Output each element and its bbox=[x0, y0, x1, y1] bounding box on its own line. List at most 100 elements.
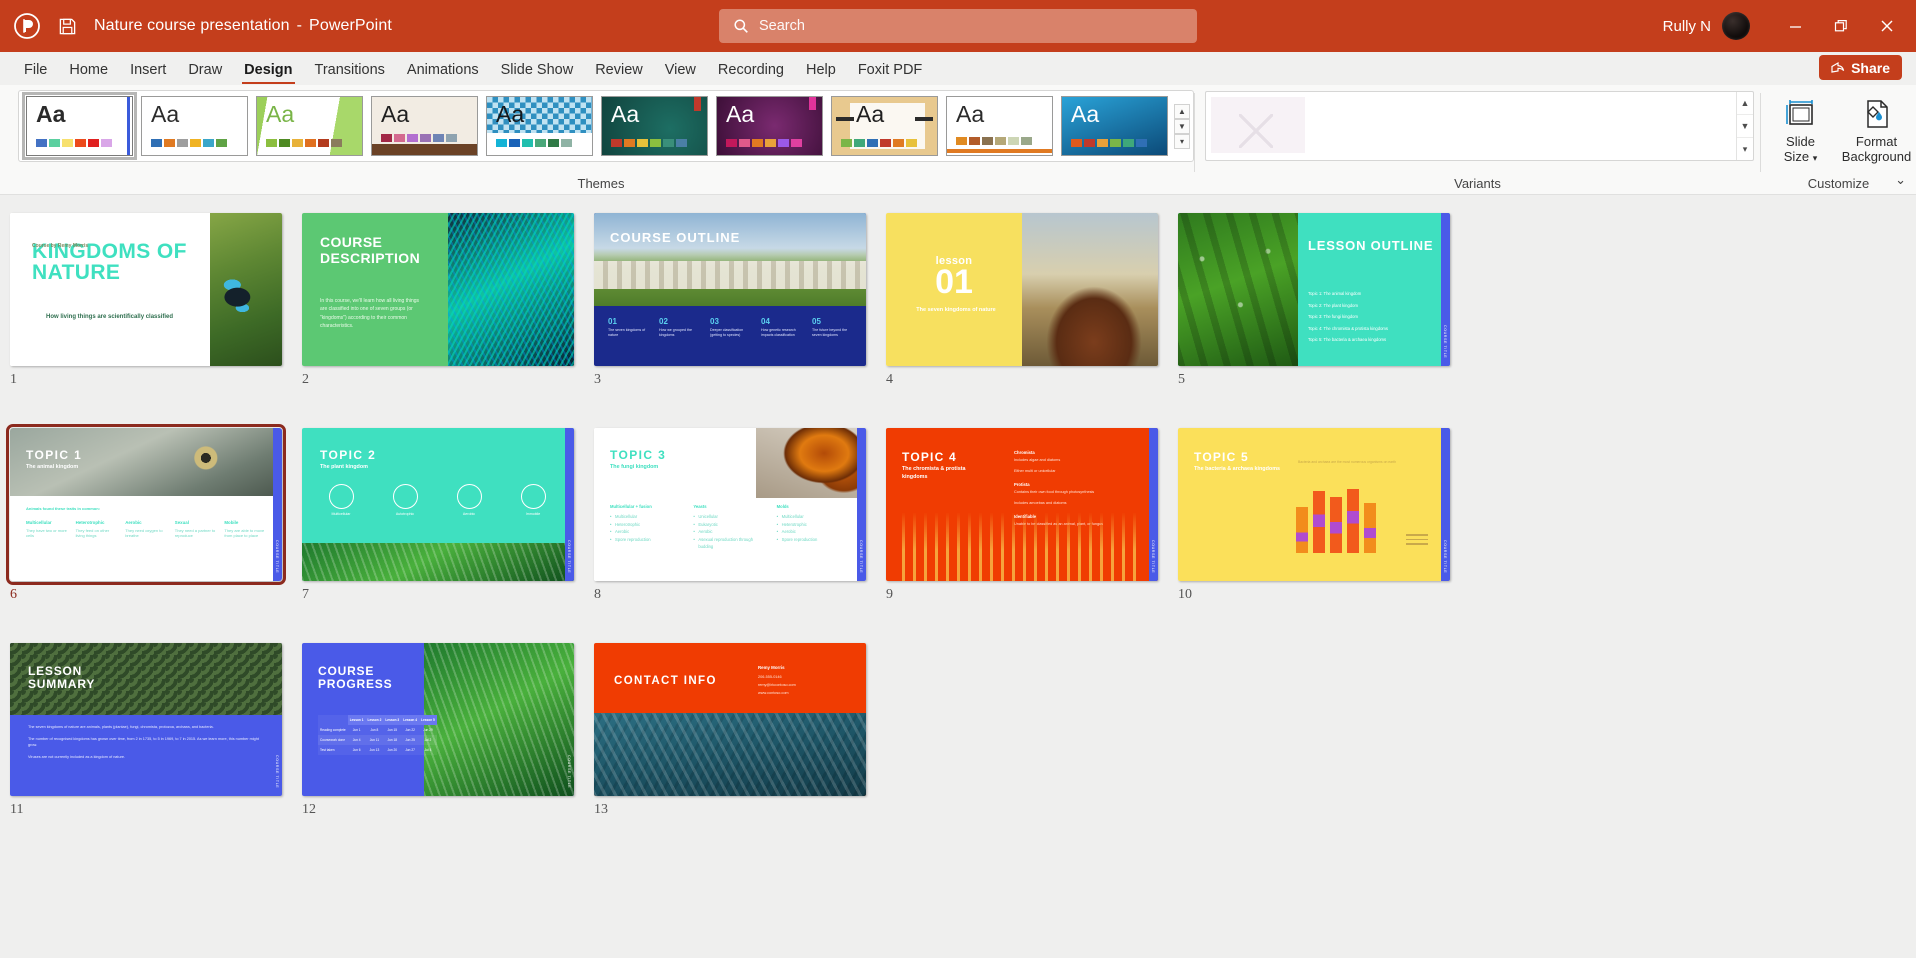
avatar[interactable] bbox=[1722, 12, 1750, 40]
chevron-down-icon[interactable]: ▾ bbox=[1813, 153, 1818, 163]
themes-more-icon[interactable]: ▾ bbox=[1174, 133, 1190, 149]
variants-gallery[interactable]: ▲ ▼ ▾ bbox=[1205, 91, 1754, 161]
slide-thumbnail-2[interactable]: COURSE DESCRIPTION In this course, we'll… bbox=[302, 213, 574, 366]
variants-scroll-controls[interactable]: ▲ ▼ ▾ bbox=[1736, 92, 1753, 160]
tab-review[interactable]: Review bbox=[584, 55, 654, 85]
slide-thumbnail-1[interactable]: KINGDOMS OF NATURE Course by Remy Morris… bbox=[10, 213, 282, 366]
theme-sample-text: Aa bbox=[496, 101, 525, 127]
slide-thumbnail-4[interactable]: lesson 01 The seven kingdoms of nature bbox=[886, 213, 1158, 366]
slide-cell-1[interactable]: KINGDOMS OF NATURE Course by Remy Morris… bbox=[0, 213, 292, 388]
theme-item-5[interactable]: Aa bbox=[601, 96, 708, 156]
slide-thumbnail-12[interactable]: COURSE PROGRESS COURSE TITLE Lesson 1 Le… bbox=[302, 643, 574, 796]
chevron-down-icon[interactable]: ⌄ bbox=[1895, 172, 1906, 188]
variants-scroll-up-icon[interactable]: ▲ bbox=[1737, 92, 1753, 115]
slide-1-content: KINGDOMS OF NATURE Course by Remy Morris… bbox=[10, 213, 282, 366]
theme-item-9[interactable]: Aa bbox=[1061, 96, 1168, 156]
themes-scroll-up-icon[interactable]: ▲ bbox=[1174, 103, 1190, 119]
close-button[interactable] bbox=[1864, 0, 1910, 52]
table-header-4: Lesson 4 bbox=[401, 715, 420, 725]
slide-thumbnail-10[interactable]: COURSE TITLE TOPIC 5 The bacteria & arch… bbox=[1178, 428, 1450, 581]
slide-7-icon-label-0: Multicellular bbox=[331, 512, 351, 516]
share-button[interactable]: Share bbox=[1819, 55, 1902, 80]
slide-7-subtitle: The plant kingdom bbox=[320, 464, 368, 470]
slide-cell-12[interactable]: COURSE PROGRESS COURSE TITLE Lesson 1 Le… bbox=[292, 643, 584, 818]
themes-gallery[interactable]: Aa Aa Aa Aa Aa Aa Aa Aa Aa Aa ▲ ▼ ▾ bbox=[18, 90, 1194, 162]
themes-scroll-down-icon[interactable]: ▼ bbox=[1174, 118, 1190, 134]
slide-number-5: 5 bbox=[1178, 372, 1185, 387]
slide-thumbnail-9[interactable]: COURSE TITLE TOPIC 4 The chromista & pro… bbox=[886, 428, 1158, 581]
theme-item-7[interactable]: Aa bbox=[831, 96, 938, 156]
slide-thumbnail-grid[interactable]: KINGDOMS OF NATURE Course by Remy Morris… bbox=[0, 195, 1916, 958]
search-box[interactable] bbox=[719, 9, 1197, 43]
slide-cell-4[interactable]: lesson 01 The seven kingdoms of nature 4 bbox=[876, 213, 1168, 388]
table-cell-r0c1: Jun 1 bbox=[352, 728, 361, 732]
slide-7-icon-label-3: Immobile bbox=[525, 512, 541, 516]
slide-7-icon-label-2: Aerobic bbox=[462, 512, 476, 516]
tab-recording[interactable]: Recording bbox=[707, 55, 795, 85]
theme-item-8[interactable]: Aa bbox=[946, 96, 1053, 156]
account-name[interactable]: Rully N bbox=[1663, 18, 1711, 35]
theme-item-6[interactable]: Aa bbox=[716, 96, 823, 156]
slide-cell-9[interactable]: COURSE TITLE TOPIC 4 The chromista & pro… bbox=[876, 428, 1168, 603]
slide-6-column-1: Heterotrophic They feed on other living … bbox=[76, 520, 120, 539]
tab-foxit-pdf[interactable]: Foxit PDF bbox=[847, 55, 933, 85]
theme-art-bar-left bbox=[836, 117, 854, 121]
theme-swatches bbox=[726, 139, 802, 147]
tab-draw[interactable]: Draw bbox=[177, 55, 233, 85]
format-background-button[interactable]: Format Background bbox=[1841, 91, 1913, 166]
variants-scroll-down-icon[interactable]: ▼ bbox=[1737, 115, 1753, 138]
slide-5-item-2: Topic 3: The fungi kingdom bbox=[1308, 314, 1358, 319]
theme-item-4[interactable]: Aa bbox=[486, 96, 593, 156]
table-cell-r1c0: Coursework done bbox=[320, 738, 345, 742]
search-input[interactable] bbox=[759, 18, 1177, 34]
tab-transitions[interactable]: Transitions bbox=[304, 55, 396, 85]
slide-cell-5[interactable]: COURSE TITLE LESSON OUTLINE Topic 1: The… bbox=[1168, 213, 1460, 388]
themes-scroll-controls[interactable]: ▲ ▼ ▾ bbox=[1174, 103, 1190, 149]
theme-sample-text: Aa bbox=[36, 101, 66, 127]
slide-cell-11[interactable]: LESSON SUMMARY COURSE TITLE The seven ki… bbox=[0, 643, 292, 818]
tab-animations[interactable]: Animations bbox=[396, 55, 490, 85]
variants-more-icon[interactable]: ▾ bbox=[1737, 138, 1753, 160]
chart-bar-0 bbox=[1296, 507, 1308, 553]
slide-thumbnail-5[interactable]: COURSE TITLE LESSON OUTLINE Topic 1: The… bbox=[1178, 213, 1450, 366]
theme-item-2[interactable]: Aa bbox=[256, 96, 363, 156]
slide-9-block-0-head: Chromista bbox=[1014, 450, 1035, 455]
slide-cell-2[interactable]: COURSE DESCRIPTION In this course, we'll… bbox=[292, 213, 584, 388]
slide-6-column-4: Mobile They are able to move from place … bbox=[224, 520, 268, 539]
restore-button[interactable] bbox=[1818, 0, 1864, 52]
theme-item-1[interactable]: Aa bbox=[141, 96, 248, 156]
slide-3-item-4-number: 05 bbox=[812, 317, 821, 326]
theme-swatches bbox=[266, 139, 342, 147]
slide-cell-10[interactable]: COURSE TITLE TOPIC 5 The bacteria & arch… bbox=[1168, 428, 1460, 603]
slide-thumbnail-7[interactable]: COURSE TITLE TOPIC 2 The plant kingdom M… bbox=[302, 428, 574, 581]
slide-6-column-0-body: They have two or more cells bbox=[26, 527, 67, 539]
tab-insert[interactable]: Insert bbox=[119, 55, 177, 85]
slide-cell-6[interactable]: COURSE TITLE TOPIC 1 The animal kingdom … bbox=[0, 424, 292, 603]
tab-file[interactable]: File bbox=[13, 55, 58, 85]
tab-view[interactable]: View bbox=[654, 55, 707, 85]
slide-cell-8[interactable]: COURSE TITLE TOPIC 3 The fungi kingdom M… bbox=[584, 428, 876, 603]
file-name: Nature course presentation bbox=[94, 17, 290, 34]
slide-cell-13[interactable]: CONTACT INFO Remy Morris 206-555-0146 re… bbox=[584, 643, 876, 818]
variant-item-0[interactable] bbox=[1211, 97, 1305, 153]
slide-thumbnail-3[interactable]: COURSE OUTLINE 01 The seven kingdoms of … bbox=[594, 213, 866, 366]
save-icon[interactable] bbox=[54, 13, 80, 39]
slide-thumbnail-8[interactable]: COURSE TITLE TOPIC 3 The fungi kingdom M… bbox=[594, 428, 866, 581]
slide-cell-7[interactable]: COURSE TITLE TOPIC 2 The plant kingdom M… bbox=[292, 428, 584, 603]
slide-3-item-0-text: The seven kingdoms of nature bbox=[608, 328, 646, 338]
tab-help[interactable]: Help bbox=[795, 55, 847, 85]
slide-4-big-number: 01 bbox=[935, 263, 973, 301]
minimize-button[interactable] bbox=[1772, 0, 1818, 52]
tab-home[interactable]: Home bbox=[58, 55, 119, 85]
slide-6-column-4-head: Mobile bbox=[224, 520, 239, 525]
theme-item-0[interactable]: Aa bbox=[22, 92, 137, 160]
slide-size-button[interactable]: Slide Size ▾ bbox=[1765, 91, 1837, 166]
slide-9-block-4-head: Identifiable bbox=[1014, 514, 1037, 519]
slide-thumbnail-6[interactable]: COURSE TITLE TOPIC 1 The animal kingdom … bbox=[6, 424, 286, 585]
slide-thumbnail-13[interactable]: CONTACT INFO Remy Morris 206-555-0146 re… bbox=[594, 643, 866, 796]
tab-design[interactable]: Design bbox=[233, 55, 303, 85]
tab-slide-show[interactable]: Slide Show bbox=[490, 55, 585, 85]
slide-thumbnail-11[interactable]: LESSON SUMMARY COURSE TITLE The seven ki… bbox=[10, 643, 282, 796]
theme-item-3[interactable]: Aa bbox=[371, 96, 478, 156]
slide-cell-3[interactable]: COURSE OUTLINE 01 The seven kingdoms of … bbox=[584, 213, 876, 388]
